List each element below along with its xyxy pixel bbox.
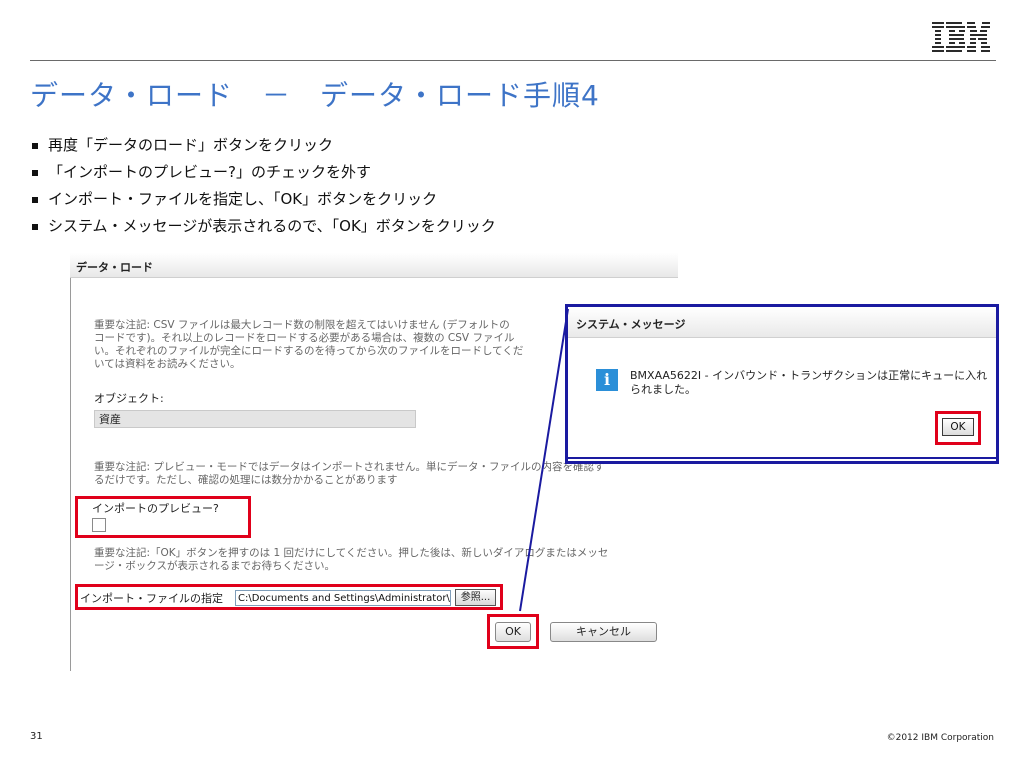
important-note-line: い。それぞれのファイルが完全にロードするのを待ってから次のファイルをロードしてく…: [94, 345, 524, 357]
cancel-button[interactable]: キャンセル: [550, 622, 657, 642]
preview-note-line: 重要な注記: プレビュー・モードではデータはインポートされません。単にデータ・フ…: [94, 461, 605, 473]
dialog-bottom-line: [568, 457, 996, 459]
header-divider: [30, 60, 996, 61]
panel-left-border: [70, 253, 71, 671]
bullet-item: インポート・ファイルを指定し、「OK」ボタンをクリック: [30, 186, 496, 213]
ibm-logo: [932, 22, 990, 52]
file-highlight-box: [75, 584, 503, 610]
slide-title: データ・ロード － データ・ロード手順4: [30, 79, 600, 112]
dialog-message: BMXAA5622I - インバウンド・トランザクションは正常にキューに入れられ…: [630, 369, 988, 396]
dialog-header: システム・メッセージ: [568, 307, 996, 338]
page-number: 31: [30, 731, 43, 742]
bullet-item: システム・メッセージが表示されるので、「OK」ボタンをクリック: [30, 213, 496, 240]
dialog-ok-highlight-box: [935, 411, 981, 445]
important-note-line: コードです)。それ以上のレコードをロードする必要がある場合は、複数の CSV フ…: [94, 332, 515, 344]
preview-note-line: るだけです。ただし、確認の処理には数分かかることがあります: [94, 474, 398, 486]
ok-highlight-box: [487, 614, 539, 649]
important-note-line: 重要な注記: CSV ファイルは最大レコード数の制限を超えてはいけません (デフ…: [94, 319, 510, 331]
bullet-item: 再度「データのロード」ボタンをクリック: [30, 132, 496, 159]
object-field: 資産: [94, 410, 416, 428]
copyright: ©2012 IBM Corporation: [886, 733, 994, 743]
preview-highlight-box: [75, 496, 251, 538]
ok-note-line: ージ・ボックスが表示されるまでお待ちください。: [94, 560, 335, 572]
bullet-item: 「インポートのプレビュー?」のチェックを外す: [30, 159, 496, 186]
panel-title: データ・ロード: [76, 261, 153, 274]
dialog-title: システム・メッセージ: [576, 318, 686, 331]
panel-header: データ・ロード: [70, 253, 678, 278]
info-icon: i: [596, 369, 618, 391]
system-message-dialog: システム・メッセージ i BMXAA5622I - インバウンド・トランザクショ…: [565, 304, 999, 464]
important-note-line: いては資料をお読みください。: [94, 358, 241, 370]
ok-note-line: 重要な注記:「OK」ボタンを押すのは 1 回だけにしてください。押した後は、新し…: [94, 547, 609, 559]
object-label: オブジェクト:: [94, 392, 164, 405]
bullet-list: 再度「データのロード」ボタンをクリック 「インポートのプレビュー?」のチェックを…: [30, 132, 496, 240]
